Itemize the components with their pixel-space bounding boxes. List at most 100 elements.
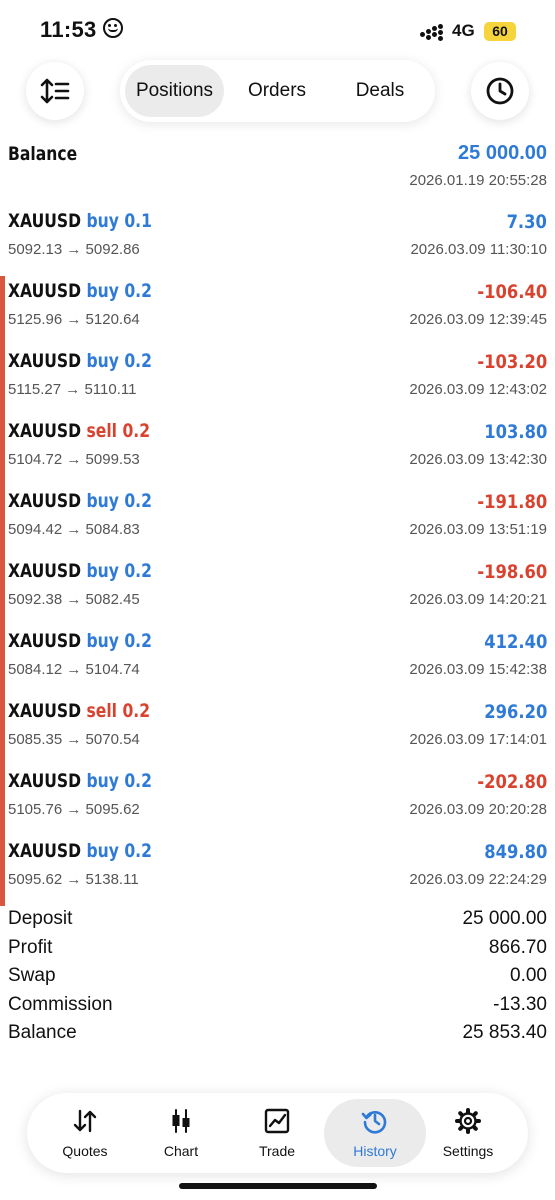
tab-settings[interactable]: Settings <box>420 1099 516 1167</box>
deal-date: 2026.03.09 12:39:45 <box>409 311 547 328</box>
tab-quotes[interactable]: Quotes <box>37 1099 133 1167</box>
deal-date: 2026.03.09 14:20:21 <box>409 591 547 608</box>
summary-value: -13.30 <box>493 993 547 1015</box>
summary-row: Swap 0.00 <box>0 963 555 992</box>
deal-title: XAUUSD buy 0.2 <box>8 280 152 302</box>
deal-profit: 412.40 <box>483 631 547 653</box>
deal-title: XAUUSD buy 0.2 <box>8 560 152 582</box>
deal-date: 2026.03.09 20:20:28 <box>409 801 547 818</box>
deal-row[interactable]: XAUUSD buy 0.2 5125.96 → 5120.64 -106.40 20… <box>0 276 555 346</box>
deal-date: 2026.03.09 11:30:10 <box>410 241 547 258</box>
deal-title: XAUUSD buy 0.2 <box>8 770 152 792</box>
balance-value: 25 000.00 <box>458 142 547 164</box>
deal-side: buy <box>86 630 119 652</box>
deal-prices: 5115.27 → 5110.11 <box>8 381 137 398</box>
deal-profit: 103.80 <box>483 421 547 443</box>
deal-symbol: XAUUSD <box>8 560 82 582</box>
deal-profit: -198.60 <box>477 561 547 583</box>
deal-row[interactable]: XAUUSD buy 0.2 5105.76 → 5095.62 -202.80 20… <box>0 766 555 836</box>
deal-symbol: XAUUSD <box>8 840 82 862</box>
deal-symbol: XAUUSD <box>8 280 82 302</box>
deals-list: XAUUSD buy 0.1 5092.13 → 5092.86 7.30 2026.… <box>0 206 555 906</box>
summary-row: Balance 25 853.40 <box>0 1020 555 1049</box>
deal-row[interactable]: XAUUSD buy 0.2 5115.27 → 5110.11 -103.20 20… <box>0 346 555 416</box>
deal-prices: 5095.62 → 5138.11 <box>8 871 139 888</box>
deal-volume: 0.2 <box>124 490 152 512</box>
deal-profit: 7.30 <box>506 211 547 233</box>
summary-label: Balance <box>8 1022 77 1043</box>
tab-positions[interactable]: Positions <box>125 65 224 117</box>
summary-row: Deposit 25 000.00 <box>0 906 555 935</box>
deal-volume: 0.2 <box>124 350 152 372</box>
period-button[interactable] <box>471 62 529 120</box>
quotes-arrows-icon <box>73 1109 97 1133</box>
tab-orders[interactable]: Orders <box>228 65 326 117</box>
deal-volume: 0.2 <box>122 700 151 722</box>
status-bar: 11:53 4G 60 <box>0 0 555 62</box>
deal-volume: 0.2 <box>124 630 152 652</box>
deal-symbol: XAUUSD <box>8 630 82 652</box>
deal-side: buy <box>86 210 119 232</box>
balance-header: Balance 25 000.00 2026.01.19 20:55:28 <box>0 138 555 196</box>
deal-profit: 296.20 <box>483 701 547 723</box>
summary-row: Commission -13.30 <box>0 992 555 1021</box>
deal-date: 2026.03.09 13:51:19 <box>409 521 547 538</box>
gear-icon <box>455 1108 481 1134</box>
deal-side: buy <box>86 350 119 372</box>
deal-prices: 5092.13 → 5092.86 <box>8 241 140 258</box>
deal-row[interactable]: XAUUSD buy 0.2 5095.62 → 5138.11 849.80 202… <box>0 836 555 906</box>
summary-value: 866.70 <box>488 936 547 958</box>
sort-icon <box>40 78 70 104</box>
deal-row[interactable]: XAUUSD sell 0.2 5104.72 → 5099.53 103.80 20… <box>0 416 555 486</box>
deal-row[interactable]: XAUUSD sell 0.2 5085.35 → 5070.54 296.20 20… <box>0 696 555 766</box>
deal-profit: -191.80 <box>477 491 547 513</box>
tab-chart-label: Chart <box>163 1143 199 1159</box>
tab-deals[interactable]: Deals <box>330 65 430 117</box>
tab-chart[interactable]: Chart <box>133 1099 229 1167</box>
summary-label: Deposit <box>8 908 73 929</box>
balance-label: Balance <box>8 143 78 165</box>
deal-volume: 0.1 <box>124 210 152 232</box>
deal-prices: 5104.72 → 5099.53 <box>8 451 140 468</box>
deal-row[interactable]: XAUUSD buy 0.2 5092.38 → 5082.45 -198.60 20… <box>0 556 555 626</box>
status-time: 11:53 <box>40 17 123 43</box>
deal-title: XAUUSD buy 0.2 <box>8 490 152 512</box>
candlestick-icon <box>172 1109 190 1133</box>
balance-date: 2026.01.19 20:55:28 <box>409 172 547 189</box>
summary-value: 25 853.40 <box>462 1022 547 1043</box>
deal-symbol: XAUUSD <box>8 420 82 442</box>
deal-profit: -202.80 <box>477 771 547 793</box>
battery-icon: 60 <box>484 22 516 41</box>
deal-side: buy <box>86 490 119 512</box>
deal-date: 2026.03.09 17:14:01 <box>409 731 547 748</box>
home-indicator <box>179 1183 377 1189</box>
trade-chart-icon <box>264 1108 290 1134</box>
deal-row[interactable]: XAUUSD buy 0.1 5092.13 → 5092.86 7.30 2026.… <box>0 206 555 276</box>
summary-block: Deposit 25 000.00 Profit 866.70 Swap 0.00 Comm… <box>0 906 555 1049</box>
deal-symbol: XAUUSD <box>8 700 82 722</box>
tab-quotes-label: Quotes <box>62 1143 108 1159</box>
deal-prices: 5105.76 → 5095.62 <box>8 801 140 818</box>
deal-title: XAUUSD buy 0.2 <box>8 840 152 862</box>
tab-history[interactable]: History <box>324 1099 426 1167</box>
deal-side: sell <box>86 700 118 722</box>
status-time-text: 11:53 <box>40 17 97 42</box>
deal-side: sell <box>86 420 118 442</box>
network-label: 4G <box>452 21 475 40</box>
deal-row[interactable]: XAUUSD buy 0.2 5084.12 → 5104.74 412.40 202… <box>0 626 555 696</box>
deal-date: 2026.03.09 13:42:30 <box>409 451 547 468</box>
deal-profit: 849.80 <box>483 841 547 863</box>
bottom-tab-bar: Quotes Chart Trade History Settings <box>27 1093 528 1173</box>
sort-button[interactable] <box>26 62 84 120</box>
deal-volume: 0.2 <box>124 770 152 792</box>
deal-prices: 5085.35 → 5070.54 <box>8 731 140 748</box>
summary-value: 0.00 <box>510 965 547 986</box>
deal-title: XAUUSD buy 0.1 <box>8 210 152 232</box>
deal-symbol: XAUUSD <box>8 770 82 792</box>
deal-side: buy <box>86 770 119 792</box>
deal-date: 2026.03.09 12:43:02 <box>409 381 547 398</box>
summary-label: Commission <box>8 993 113 1015</box>
deal-row[interactable]: XAUUSD buy 0.2 5094.42 → 5084.83 -191.80 20… <box>0 486 555 556</box>
deal-title: XAUUSD sell 0.2 <box>8 420 150 442</box>
tab-trade[interactable]: Trade <box>229 1099 325 1167</box>
